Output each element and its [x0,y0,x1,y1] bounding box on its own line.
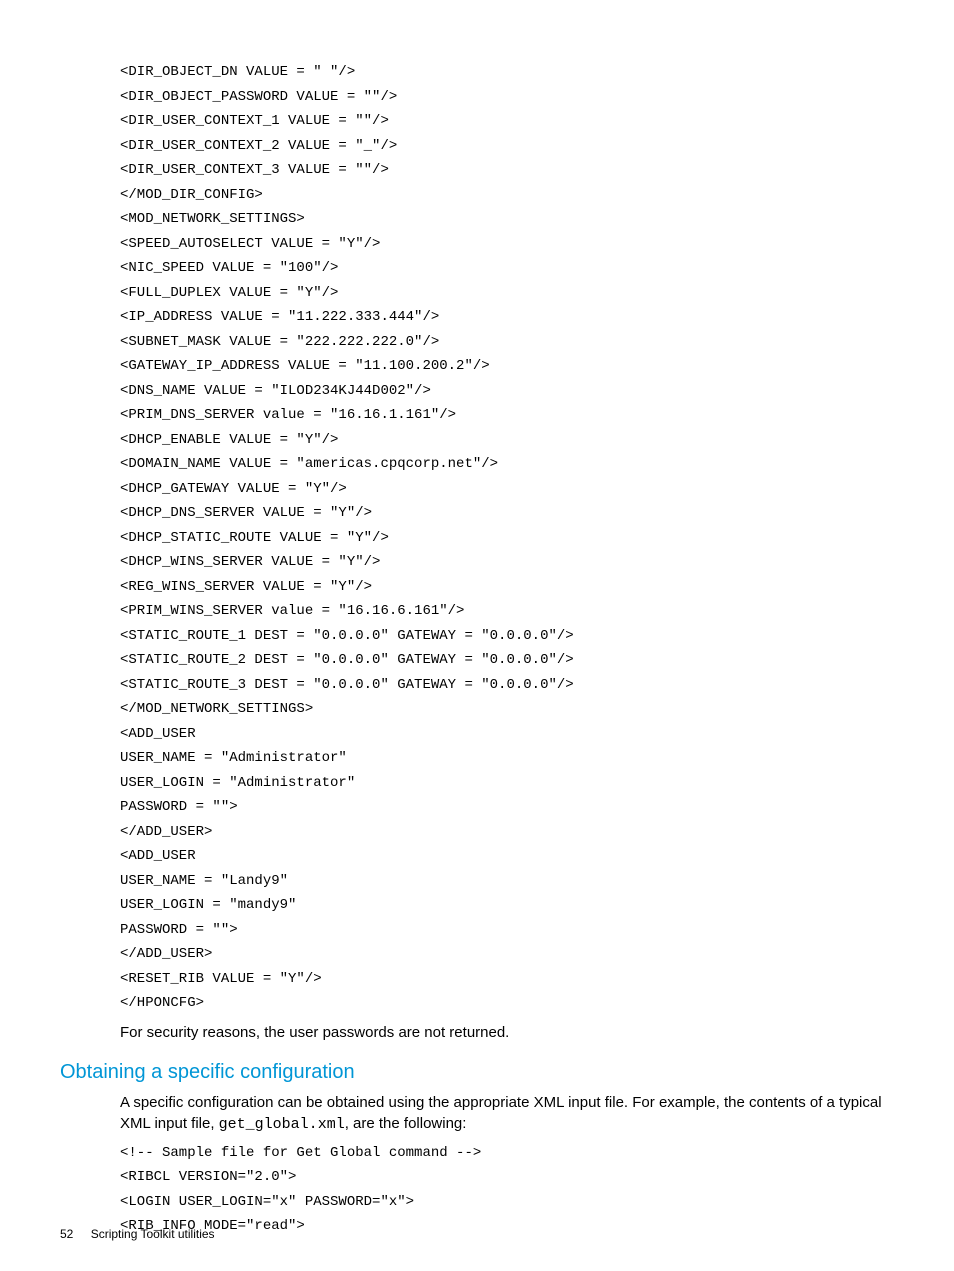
body-text-post: , are the following: [345,1115,467,1132]
security-note: For security reasons, the user passwords… [120,1022,894,1043]
code-block-2: <!-- Sample file for Get Global command … [120,1141,894,1239]
section-heading: Obtaining a specific configuration [60,1061,894,1084]
inline-code-filename: get_global.xml [219,1116,345,1133]
code-block-1: <DIR_OBJECT_DN VALUE = " "/> <DIR_OBJECT… [120,60,894,1016]
page-number: 52 [60,1227,73,1241]
footer-title: Scripting Toolkit utilities [91,1227,215,1241]
page-footer: 52 Scripting Toolkit utilities [60,1227,215,1241]
section-body: A specific configuration can be obtained… [120,1092,894,1135]
document-page: <DIR_OBJECT_DN VALUE = " "/> <DIR_OBJECT… [0,0,954,1271]
